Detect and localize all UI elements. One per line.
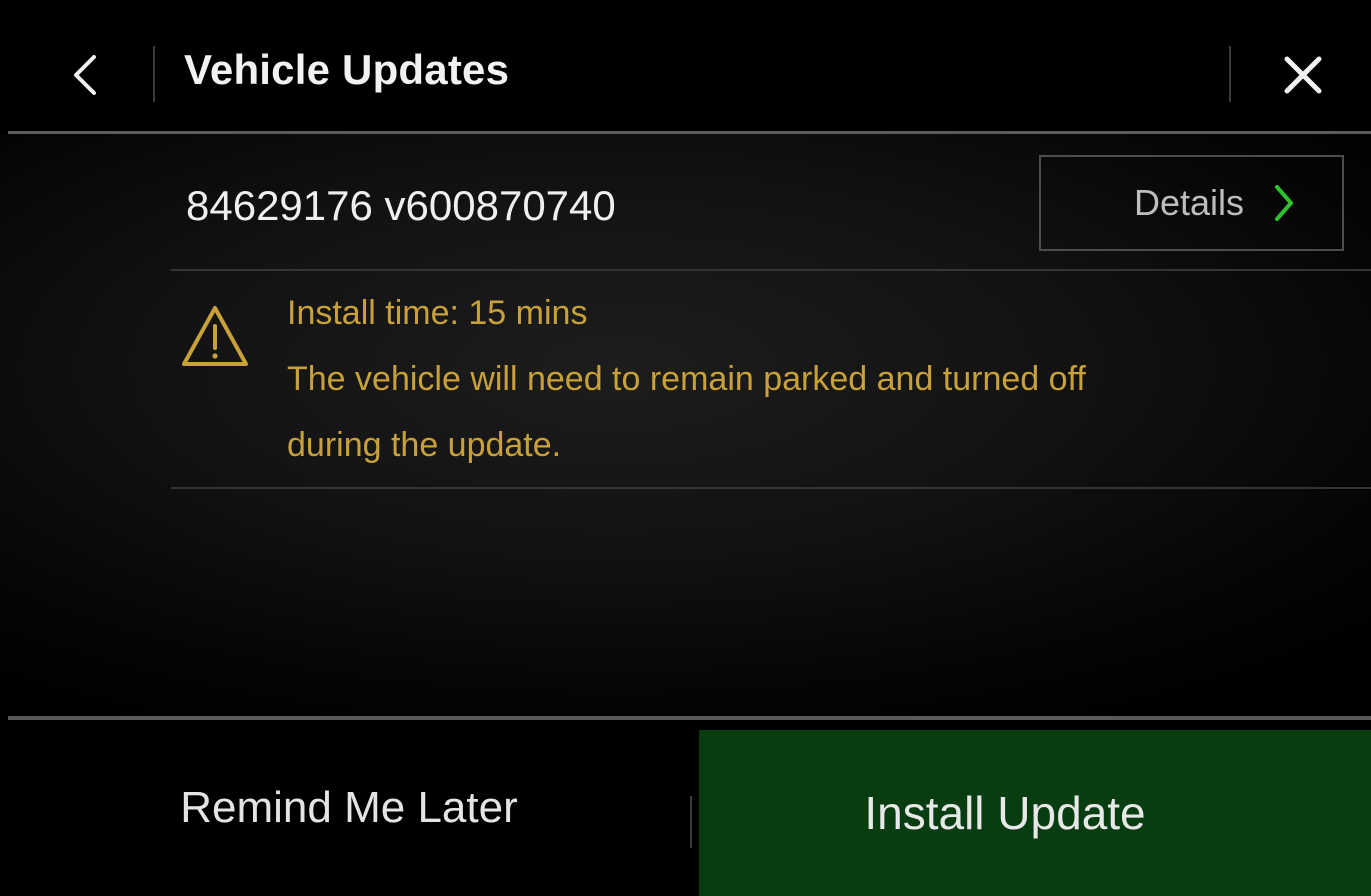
header-divider-left (153, 46, 155, 102)
vehicle-updates-screen: Vehicle Updates 84629176 v600870740 Deta… (0, 0, 1371, 896)
details-button[interactable]: Details (1039, 155, 1344, 251)
install-time-text: Install time: 15 mins (287, 294, 588, 332)
chevron-right-icon (1275, 185, 1293, 221)
chevron-left-icon (74, 55, 96, 95)
install-warning: Install time: 15 mins The vehicle will n… (287, 280, 1287, 478)
update-version: 84629176 v600870740 (186, 182, 616, 229)
close-icon (1284, 56, 1322, 94)
install-update-label: Install Update (864, 787, 1146, 839)
page-title: Vehicle Updates (184, 46, 510, 93)
details-label: Details (1133, 182, 1244, 223)
header-bar: Vehicle Updates (0, 0, 1371, 134)
update-content: 84629176 v600870740 Details Install time… (0, 134, 1371, 716)
back-button[interactable] (40, 30, 130, 120)
warning-triangle-icon (182, 306, 248, 366)
action-bar: Remind Me Later Install Update (0, 720, 1371, 896)
content-divider-bottom (171, 487, 1371, 489)
remind-me-later-label: Remind Me Later (180, 783, 518, 832)
install-update-button[interactable]: Install Update (699, 730, 1371, 896)
warning-message-line1: The vehicle will need to remain parked a… (287, 360, 1086, 398)
warning-message-line2: during the update. (287, 426, 562, 464)
remind-me-later-button[interactable]: Remind Me Later (0, 720, 690, 896)
header-divider-right (1229, 46, 1231, 102)
content-divider-top (171, 269, 1371, 271)
close-button[interactable] (1258, 30, 1348, 120)
action-divider (690, 796, 692, 848)
